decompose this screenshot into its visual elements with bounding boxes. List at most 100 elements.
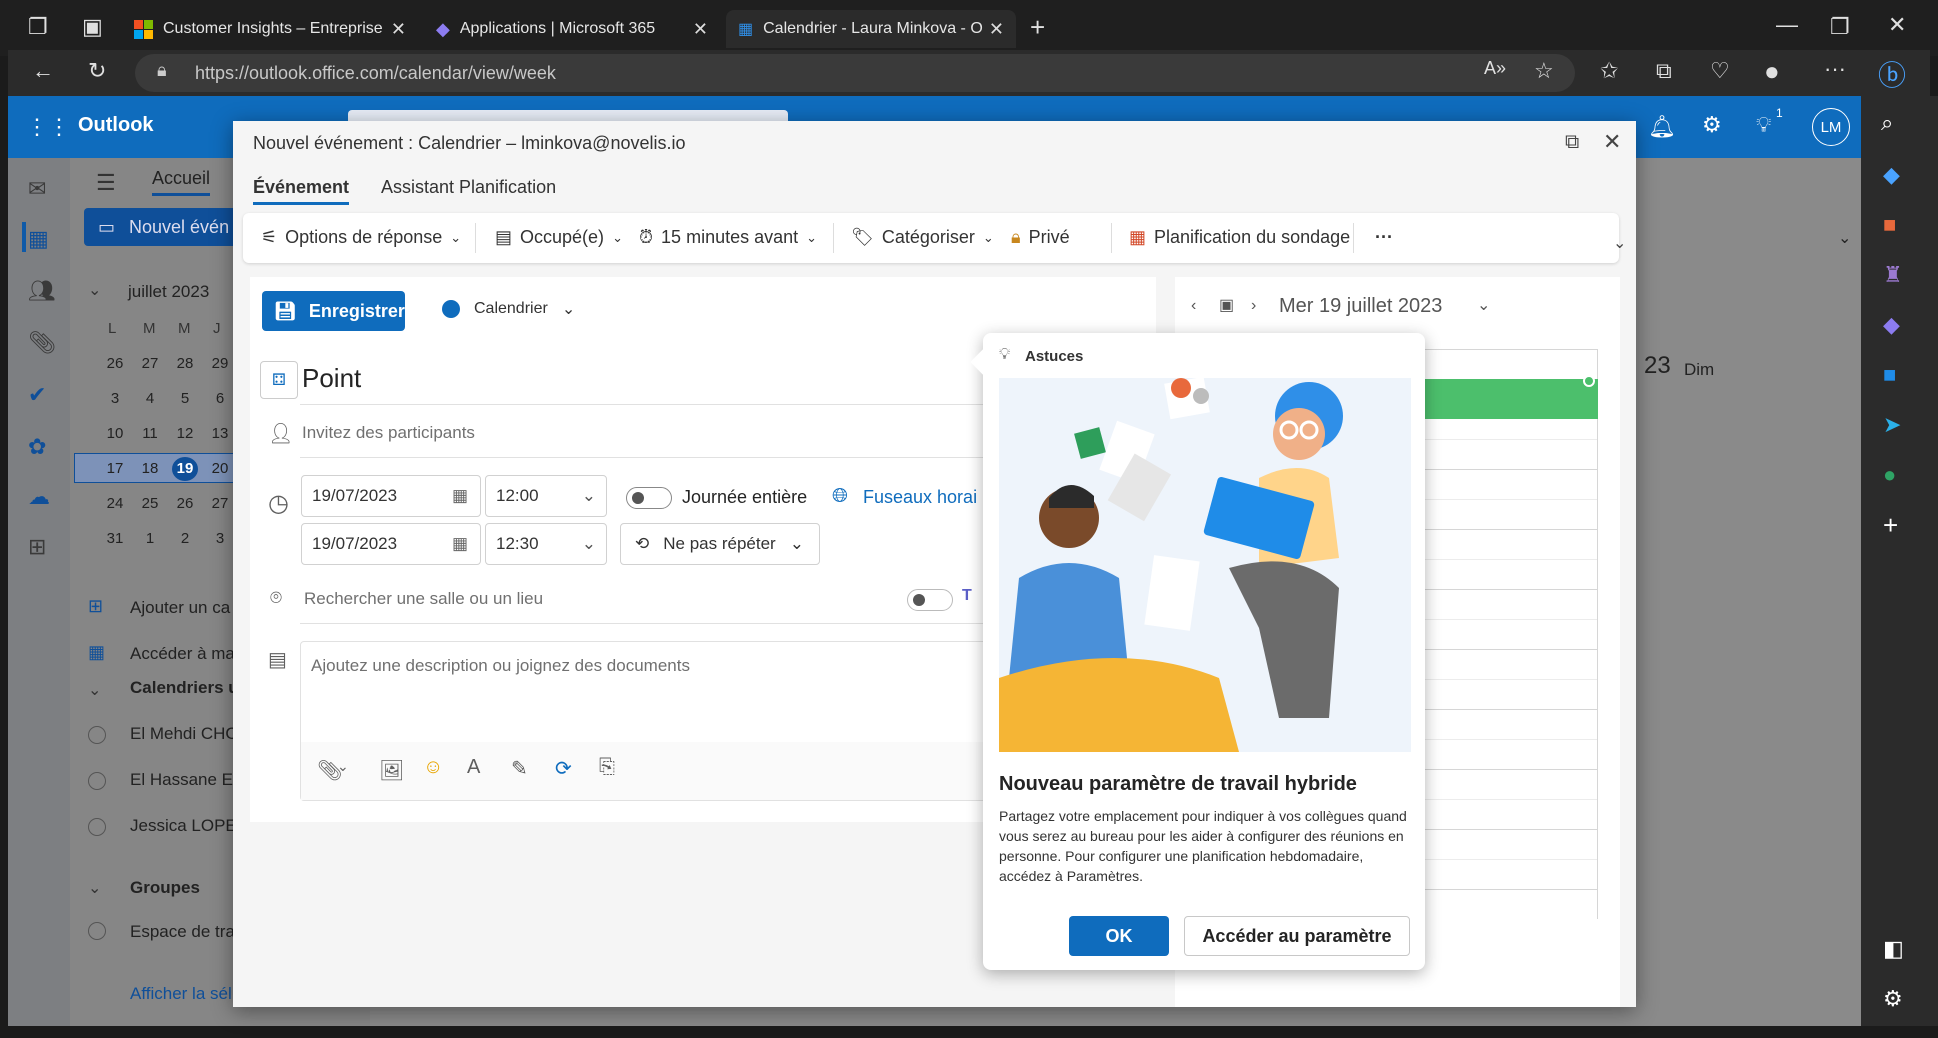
calendar-day[interactable]: 6 [207, 387, 233, 411]
go-to-settings-button[interactable]: Accéder au paramètre [1184, 916, 1410, 956]
app-launcher-icon[interactable]: ⋮⋮ [26, 114, 70, 140]
busy-status-button[interactable]: ▤ Occupé(e) ⌄ [495, 227, 623, 248]
sway-icon[interactable]: ● [1883, 462, 1896, 488]
close-tab-icon[interactable]: ✕ [391, 19, 406, 40]
prev-day-icon[interactable]: ‹ [1191, 297, 1196, 315]
outlook-icon[interactable]: ■ [1883, 362, 1896, 388]
end-date-field[interactable]: 19/07/2023 ▦ [301, 523, 481, 565]
popout-icon[interactable]: ⧉ [1565, 131, 1579, 154]
section-chevron-icon[interactable]: ⌄ [88, 680, 101, 700]
attach-icon[interactable]: 📎︎ [28, 330, 56, 356]
collections-icon[interactable]: ⧉ [1656, 58, 1672, 84]
back-icon[interactable]: ← [32, 58, 54, 84]
calendar-day[interactable]: 12 [172, 422, 198, 446]
restore-icon[interactable]: ❐ [1830, 14, 1850, 40]
poll-button[interactable]: ▦ Planification du sondage [1129, 227, 1350, 248]
teams-toggle[interactable] [907, 589, 953, 611]
categorize-button[interactable]: 🏷︎ Catégoriser ⌄ [851, 227, 994, 248]
calendar-day[interactable]: 27 [207, 492, 233, 516]
attendees-input[interactable]: Invitez des participants [302, 423, 475, 443]
location-input[interactable]: Rechercher une salle ou un lieu [304, 589, 543, 609]
emoji-icon[interactable]: ☺ [423, 756, 443, 779]
calendar-day[interactable]: 5 [172, 387, 198, 411]
calendar-day[interactable]: 27 [137, 352, 163, 376]
event-resize-handle[interactable] [1583, 375, 1595, 387]
today-date[interactable]: 19 [172, 457, 198, 481]
calendar-radio[interactable] [88, 772, 106, 790]
shared-calendar-item[interactable]: El Hassane ET [130, 770, 243, 790]
event-title-input[interactable]: Point [302, 363, 361, 394]
more-apps-icon[interactable]: ⊞ [28, 534, 46, 560]
window-close-icon[interactable]: ✕ [1888, 12, 1906, 38]
calendar-icon[interactable]: ▦ [28, 226, 49, 252]
tab-evenement[interactable]: Événement [253, 177, 350, 205]
start-date-field[interactable]: 19/07/2023 ▦ [301, 475, 481, 517]
calendar-day[interactable]: 25 [137, 492, 163, 516]
ribbon-expand-icon[interactable]: ⌄ [1838, 228, 1851, 248]
avatar[interactable]: LM [1812, 108, 1850, 146]
search-icon[interactable]: ⌕ [1881, 110, 1893, 136]
reminder-button[interactable]: ⏰︎ 15 minutes avant ⌄ [639, 227, 817, 248]
add-calendar-link[interactable]: Ajouter un ca [130, 598, 230, 618]
calendar-day[interactable]: 11 [137, 422, 163, 446]
shared-calendar-item[interactable]: Jessica LOPEZ [130, 816, 247, 836]
calendar-day[interactable]: 3 [207, 527, 233, 551]
favorites-icon[interactable]: ✩ [1600, 58, 1618, 84]
bing-icon[interactable]: ⓑ [1878, 54, 1906, 94]
chevron-down-icon[interactable]: ⌄ [1477, 295, 1490, 315]
tips-lightbulb-icon[interactable]: 💡︎ [1756, 112, 1771, 138]
event-type-icon[interactable]: ⚃ [260, 361, 298, 399]
calendar-picker[interactable]: Calendrier ⌄ [442, 299, 575, 319]
todo-icon[interactable]: ✔ [28, 382, 46, 408]
next-day-icon[interactable]: › [1251, 297, 1256, 315]
calendar-day[interactable]: 20 [207, 457, 233, 481]
profile-icon[interactable]: ● [1764, 56, 1780, 87]
timezones-link[interactable]: Fuseaux horai [863, 487, 977, 508]
calendar-day[interactable]: 26 [102, 352, 128, 376]
calendar-day[interactable]: 17 [102, 457, 128, 481]
loop-icon[interactable]: ⟳ [555, 756, 572, 781]
chevron-down-icon[interactable]: ⌄ [337, 758, 349, 775]
calendar-day[interactable]: 10 [102, 422, 128, 446]
calendar-day[interactable]: 31 [102, 527, 128, 551]
shared-calendar-item[interactable]: El Mehdi CHO [130, 724, 239, 744]
groups-chevron-icon[interactable]: ⌄ [88, 878, 101, 898]
mail-icon[interactable]: ✉ [28, 176, 46, 202]
new-event-button[interactable]: ▭ Nouvel évén [84, 208, 254, 246]
sidebar-toggle-icon[interactable]: ◧ [1883, 936, 1904, 962]
calendar-day[interactable]: 28 [172, 352, 198, 376]
event-block[interactable] [1415, 379, 1598, 419]
dialog-close-icon[interactable]: ✕ [1603, 129, 1621, 155]
minimize-icon[interactable]: — [1776, 12, 1798, 38]
calendar-day[interactable]: 18 [137, 457, 163, 481]
calendar-day[interactable]: 26 [172, 492, 198, 516]
sidebar-settings-icon[interactable]: ⚙ [1883, 986, 1903, 1012]
m365-icon[interactable]: ◆ [1883, 312, 1900, 338]
end-time-field[interactable]: 12:30 ⌄ [485, 523, 607, 565]
calendar-radio[interactable] [88, 726, 106, 744]
group-radio[interactable] [88, 922, 106, 940]
workspaces-icon[interactable]: ❐ [28, 14, 48, 40]
url-field[interactable]: 🔒︎ https://outlook.office.com/calendar/v… [135, 54, 1575, 92]
onedrive-icon[interactable]: ☁ [28, 484, 50, 510]
more-icon[interactable]: ··· [1824, 56, 1846, 82]
calendar-day[interactable]: 2 [172, 527, 198, 551]
games-icon[interactable]: ♜ [1883, 262, 1903, 288]
group-item[interactable]: Espace de tra [130, 922, 235, 942]
goto-calendar-link[interactable]: Accéder à ma [130, 644, 235, 664]
tab-accueil[interactable]: Accueil [152, 168, 211, 196]
calendar-day[interactable]: 3 [102, 387, 128, 411]
preview-date[interactable]: Mer 19 juillet 2023 [1279, 295, 1442, 318]
all-day-toggle[interactable] [626, 487, 672, 509]
send-icon[interactable]: ➤ [1883, 412, 1901, 438]
settings-gear-icon[interactable]: ⚙ [1702, 112, 1722, 138]
save-button[interactable]: 💾︎ Enregistrer [262, 291, 405, 331]
today-icon[interactable]: ▣ [1219, 295, 1234, 315]
tag-icon[interactable]: ◆ [1883, 162, 1900, 188]
calendar-day[interactable]: 4 [137, 387, 163, 411]
bell-icon[interactable]: 🔔︎ [1648, 114, 1676, 140]
draw-icon[interactable]: ✎ [511, 756, 528, 781]
response-options-button[interactable]: ⚟ Options de réponse ⌄ [261, 227, 461, 248]
viva-icon[interactable]: ✿ [28, 434, 46, 460]
add-icon[interactable]: + [1883, 510, 1898, 541]
